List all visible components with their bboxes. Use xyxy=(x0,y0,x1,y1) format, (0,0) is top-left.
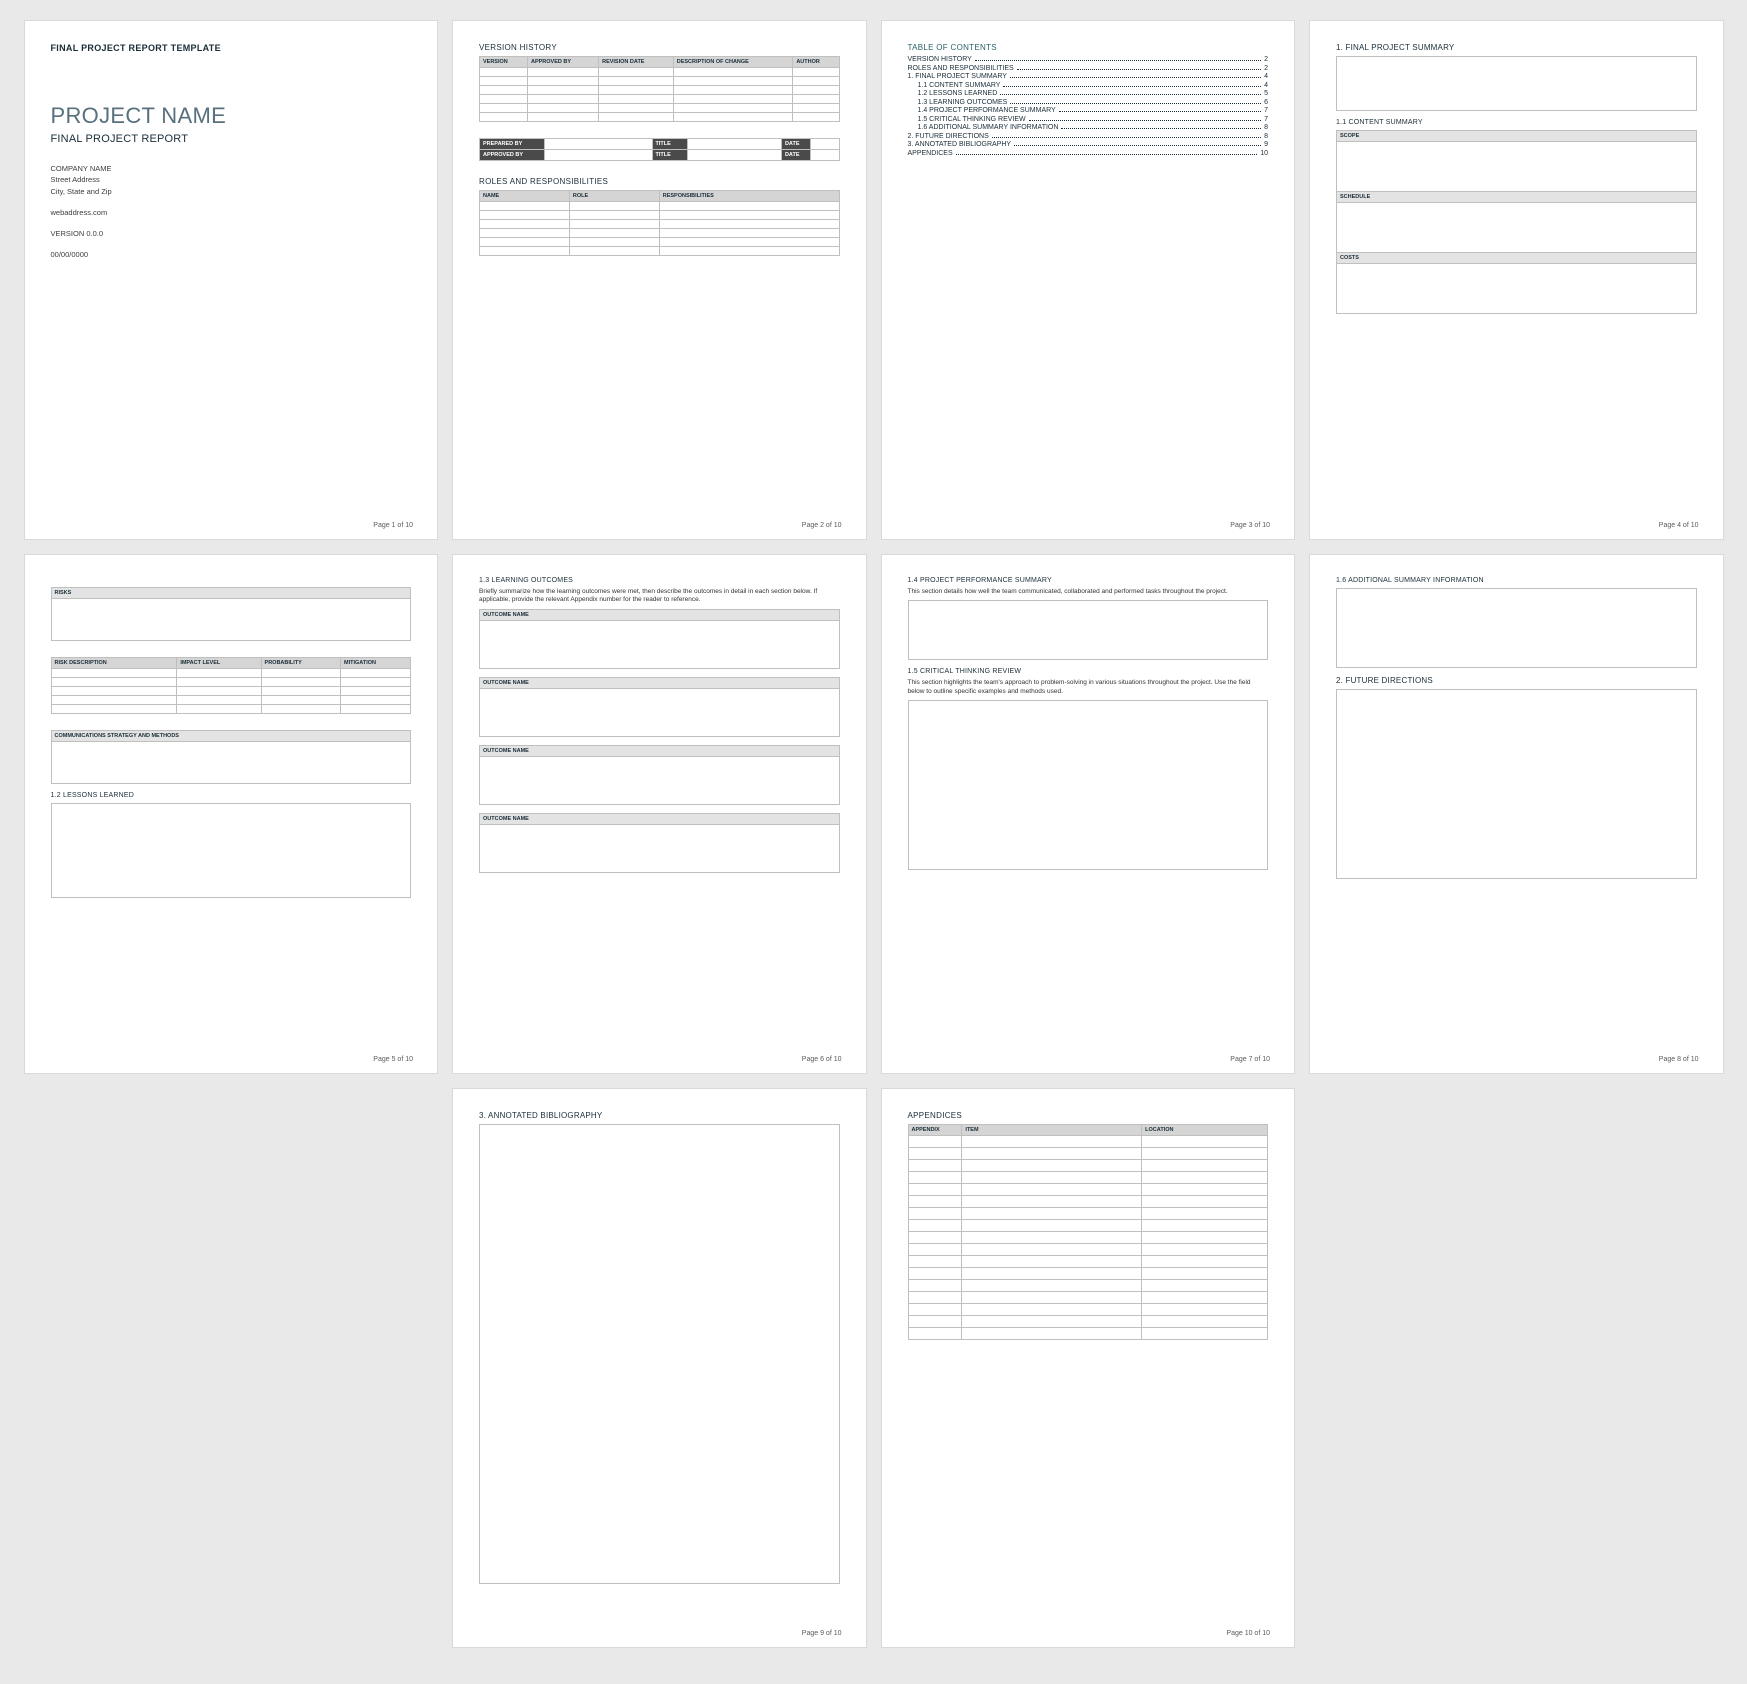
page-3: TABLE OF CONTENTS VERSION HISTORY2 ROLES … xyxy=(881,20,1296,540)
company-block: COMPANY NAME Street Address City, State … xyxy=(51,163,412,197)
section-1-6-heading: 1.6 ADDITIONAL SUMMARY INFORMATION xyxy=(1336,577,1697,584)
outcome-3-label: OUTCOME NAME xyxy=(479,745,840,757)
page-footer: Page 2 of 10 xyxy=(802,522,842,529)
page-footer: Page 3 of 10 xyxy=(1230,522,1270,529)
risks-box[interactable] xyxy=(51,599,412,641)
biblio-box[interactable] xyxy=(479,1124,840,1584)
outcome-4-label: OUTCOME NAME xyxy=(479,813,840,825)
comms-box[interactable] xyxy=(51,742,412,784)
appendices-table: APPENDIXITEMLOCATION xyxy=(908,1124,1269,1340)
toc-entry: 1.5 CRITICAL THINKING REVIEW7 xyxy=(908,116,1269,123)
costs-label: COSTS xyxy=(1336,253,1697,264)
section-1-2-heading: 1.2 LESSONS LEARNED xyxy=(51,792,412,799)
toc-entry: 1.4 PROJECT PERFORMANCE SUMMARY7 xyxy=(908,107,1269,114)
page-footer: Page 8 of 10 xyxy=(1659,1056,1699,1063)
section-1-5-desc: This section highlights the team's appro… xyxy=(908,679,1269,696)
toc-entry: 1.3 LEARNING OUTCOMES6 xyxy=(908,99,1269,106)
lessons-box[interactable] xyxy=(51,803,412,898)
toc-entry: 1.2 LESSONS LEARNED5 xyxy=(908,90,1269,97)
schedule-label: SCHEDULE xyxy=(1336,192,1697,203)
scope-box[interactable] xyxy=(1336,142,1697,192)
appendices-heading: APPENDICES xyxy=(908,1111,1269,1120)
template-header: FINAL PROJECT REPORT TEMPLATE xyxy=(51,43,412,53)
outcome-3-box[interactable] xyxy=(479,757,840,805)
city-state-zip: City, State and Zip xyxy=(51,186,412,197)
page-2: VERSION HISTORY VERSIONAPPROVED BYREVISI… xyxy=(452,20,867,540)
page-footer: Page 7 of 10 xyxy=(1230,1056,1270,1063)
toc-entry: 1.1 CONTENT SUMMARY4 xyxy=(908,82,1269,89)
project-title: PROJECT NAME xyxy=(51,103,412,129)
section-1-heading: 1. FINAL PROJECT SUMMARY xyxy=(1336,43,1697,52)
summary-box[interactable] xyxy=(1336,56,1697,111)
empty-cell xyxy=(24,1088,439,1648)
scope-label: SCOPE xyxy=(1336,130,1697,142)
page-footer: Page 5 of 10 xyxy=(373,1056,413,1063)
outcome-1-label: OUTCOME NAME xyxy=(479,609,840,621)
roles-heading: ROLES AND RESPONSIBILITIES xyxy=(479,177,840,186)
risks-table: RISK DESCRIPTIONIMPACT LEVELPROBABILITYM… xyxy=(51,657,412,714)
outcome-2-label: OUTCOME NAME xyxy=(479,677,840,689)
page-1: FINAL PROJECT REPORT TEMPLATE PROJECT NA… xyxy=(24,20,439,540)
critical-box[interactable] xyxy=(908,700,1269,870)
pages-grid: FINAL PROJECT REPORT TEMPLATE PROJECT NA… xyxy=(24,20,1724,1648)
page-footer: Page 10 of 10 xyxy=(1226,1630,1270,1637)
toc-entry: 2. FUTURE DIRECTIONS8 xyxy=(908,133,1269,140)
company-name: COMPANY NAME xyxy=(51,163,412,174)
signature-table: PREPARED BYTITLEDATE APPROVED BYTITLEDAT… xyxy=(479,138,840,161)
version-history-heading: VERSION HISTORY xyxy=(479,43,840,52)
comms-label: COMMUNICATIONS STRATEGY AND METHODS xyxy=(51,730,412,742)
toc-entry: VERSION HISTORY2 xyxy=(908,56,1269,63)
page-footer: Page 6 of 10 xyxy=(802,1056,842,1063)
page-5: RISKS RISK DESCRIPTIONIMPACT LEVELPROBAB… xyxy=(24,554,439,1074)
section-1-5-heading: 1.5 CRITICAL THINKING REVIEW xyxy=(908,668,1269,675)
page-8: 1.6 ADDITIONAL SUMMARY INFORMATION 2. FU… xyxy=(1309,554,1724,1074)
outcome-2-box[interactable] xyxy=(479,689,840,737)
costs-box[interactable] xyxy=(1336,264,1697,314)
risks-label: RISKS xyxy=(51,587,412,599)
street-address: Street Address xyxy=(51,174,412,185)
page-footer: Page 1 of 10 xyxy=(373,522,413,529)
web-address: webaddress.com xyxy=(51,207,412,218)
schedule-box[interactable] xyxy=(1336,203,1697,253)
toc-entry: 3. ANNOTATED BIBLIOGRAPHY9 xyxy=(908,141,1269,148)
project-subtitle: FINAL PROJECT REPORT xyxy=(51,133,412,145)
outcome-1-box[interactable] xyxy=(479,621,840,669)
toc-heading: TABLE OF CONTENTS xyxy=(908,43,1269,52)
section-1-1-heading: 1.1 CONTENT SUMMARY xyxy=(1336,119,1697,126)
page-10: APPENDICES APPENDIXITEMLOCATION Page 10 … xyxy=(881,1088,1296,1648)
page-4: 1. FINAL PROJECT SUMMARY 1.1 CONTENT SUM… xyxy=(1309,20,1724,540)
future-box[interactable] xyxy=(1336,689,1697,879)
page-6: 1.3 LEARNING OUTCOMES Briefly summarize … xyxy=(452,554,867,1074)
toc-list: VERSION HISTORY2 ROLES AND RESPONSIBILITI… xyxy=(908,56,1269,157)
page-7: 1.4 PROJECT PERFORMANCE SUMMARY This sec… xyxy=(881,554,1296,1074)
toc-entry: 1. FINAL PROJECT SUMMARY4 xyxy=(908,73,1269,80)
toc-entry: ROLES AND RESPONSIBILITIES2 xyxy=(908,65,1269,72)
section-1-4-heading: 1.4 PROJECT PERFORMANCE SUMMARY xyxy=(908,577,1269,584)
toc-entry: 1.6 ADDITIONAL SUMMARY INFORMATION8 xyxy=(908,124,1269,131)
outcome-4-box[interactable] xyxy=(479,825,840,873)
section-1-3-heading: 1.3 LEARNING OUTCOMES xyxy=(479,577,840,584)
section-3-heading: 3. ANNOTATED BIBLIOGRAPHY xyxy=(479,1111,840,1120)
version-history-table: VERSIONAPPROVED BYREVISION DATEDESCRIPTI… xyxy=(479,56,840,122)
additional-box[interactable] xyxy=(1336,588,1697,668)
section-2-heading: 2. FUTURE DIRECTIONS xyxy=(1336,676,1697,685)
section-1-4-desc: This section details how well the team c… xyxy=(908,588,1269,596)
toc-entry: APPENDICES10 xyxy=(908,150,1269,157)
page-9: 3. ANNOTATED BIBLIOGRAPHY Page 9 of 10 xyxy=(452,1088,867,1648)
performance-box[interactable] xyxy=(908,600,1269,660)
version-text: VERSION 0.0.0 xyxy=(51,228,412,239)
page-footer: Page 9 of 10 xyxy=(802,1630,842,1637)
page-footer: Page 4 of 10 xyxy=(1659,522,1699,529)
date-text: 00/00/0000 xyxy=(51,249,412,260)
roles-table: NAMEROLERESPONSIBILITIES xyxy=(479,190,840,256)
section-1-3-desc: Briefly summarize how the learning outco… xyxy=(479,588,840,605)
